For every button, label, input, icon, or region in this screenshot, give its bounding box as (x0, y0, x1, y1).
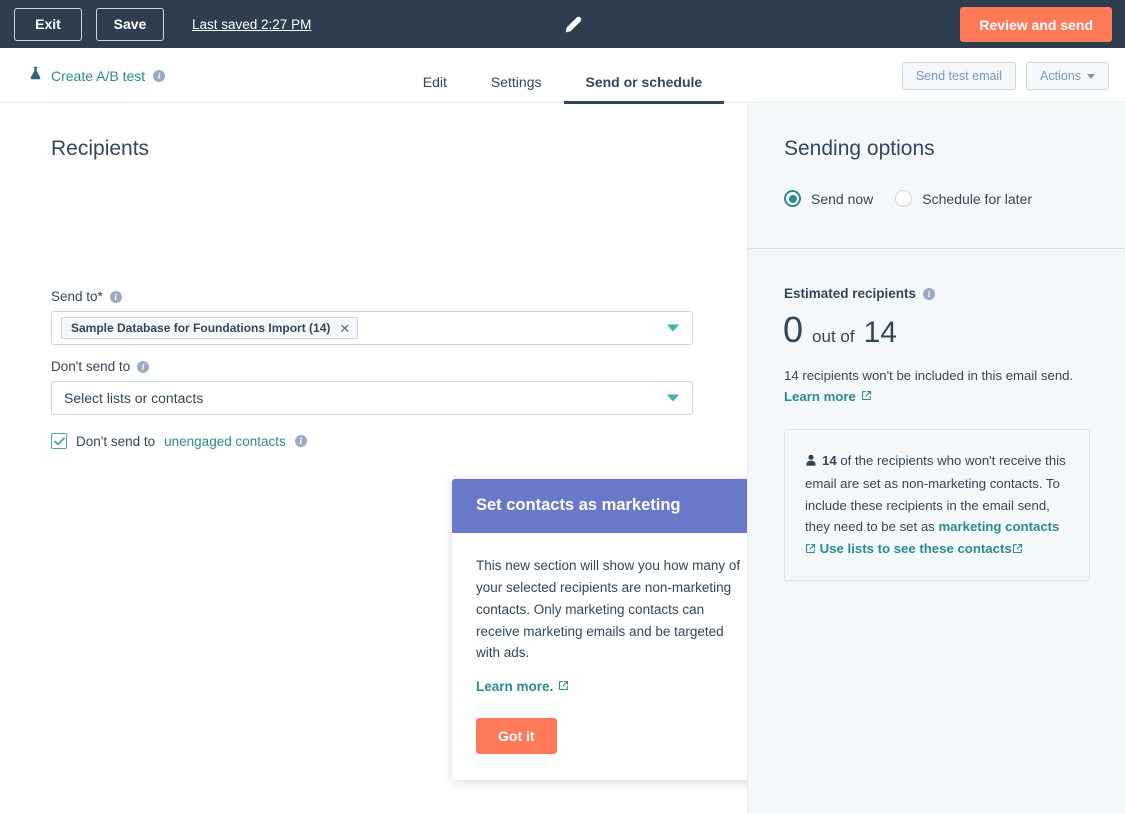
close-icon[interactable]: ✕ (339, 322, 350, 335)
radio-dot (789, 195, 797, 203)
popover-learn-more-label: Learn more. (476, 679, 553, 694)
recipient-count-total: 14 (864, 316, 897, 350)
radio-schedule-label: Schedule for later (922, 191, 1032, 207)
popover-body-text: This new section will show you how many … (476, 555, 746, 664)
non-marketing-card-text: 14 of the recipients who won't receive t… (805, 450, 1069, 560)
send-to-label-text: Send to* (51, 289, 103, 304)
estimated-recipients-label: Estimated recipients i (784, 286, 935, 301)
got-it-button[interactable]: Got it (476, 718, 557, 754)
radio-send-now-indicator (784, 190, 801, 207)
unengaged-contacts-checkbox-row[interactable]: Don't send to unengaged contacts i (51, 433, 307, 449)
info-icon[interactable]: i (110, 291, 122, 303)
pencil-icon[interactable] (563, 14, 583, 34)
caret-down-icon[interactable] (667, 395, 679, 402)
radio-schedule-indicator (895, 190, 912, 207)
chevron-down-icon (1087, 74, 1095, 79)
navbar-actions: Send test email Actions (902, 62, 1109, 90)
info-icon[interactable]: i (295, 435, 307, 447)
dont-send-to-input[interactable]: Select lists or contacts (51, 381, 693, 415)
save-button[interactable]: Save (96, 8, 164, 41)
popover-title: Set contacts as marketing (452, 479, 770, 533)
email-send-or-schedule-page: Exit Save Last saved 2:27 PM Review and … (0, 0, 1125, 814)
checkmark-icon (54, 437, 65, 446)
estimated-recipients-count: 0 out of 14 (783, 309, 897, 351)
actions-button[interactable]: Actions (1026, 62, 1109, 90)
unengaged-checkbox-text: Don't send to (76, 434, 155, 449)
marketing-contacts-popover: Set contacts as marketing This new secti… (452, 479, 770, 780)
person-icon (805, 452, 817, 473)
external-link-icon (558, 679, 569, 694)
use-lists-link[interactable]: Use lists to see these contacts (820, 541, 1012, 556)
non-marketing-contacts-card: 14 of the recipients who won't receive t… (784, 429, 1090, 581)
estimated-recipients-note: 14 recipients won't be included in this … (784, 368, 1073, 383)
estimated-learn-more-label: Learn more (784, 389, 856, 404)
send-to-label: Send to* i (51, 289, 122, 304)
top-toolbar: Exit Save Last saved 2:27 PM Review and … (0, 0, 1125, 48)
panel-divider (748, 248, 1125, 249)
non-marketing-count: 14 (822, 453, 837, 468)
dont-send-to-label-text: Don't send to (51, 359, 130, 374)
info-icon[interactable]: i (923, 288, 935, 300)
radio-send-now-label: Send now (811, 191, 873, 207)
tab-send-or-schedule[interactable]: Send or schedule (564, 74, 725, 103)
recipients-panel: Recipients Send to* i Sample Database fo… (0, 104, 747, 814)
radio-schedule-for-later[interactable]: Schedule for later (895, 190, 1032, 207)
dont-send-to-placeholder: Select lists or contacts (64, 390, 203, 406)
caret-down-icon[interactable] (667, 325, 679, 332)
send-to-input[interactable]: Sample Database for Foundations Import (… (51, 311, 693, 345)
page-title: Recipients (51, 137, 149, 161)
sending-options-radio-group: Send now Schedule for later (784, 190, 1032, 207)
external-link-icon (861, 389, 872, 404)
estimated-recipients-label-text: Estimated recipients (784, 286, 916, 301)
external-link-icon (805, 539, 816, 560)
dont-send-to-label: Don't send to i (51, 359, 149, 374)
send-test-email-label: Send test email (916, 69, 1002, 83)
last-saved-link[interactable]: Last saved 2:27 PM (192, 17, 311, 32)
tab-settings[interactable]: Settings (469, 74, 564, 103)
popover-learn-more-link[interactable]: Learn more. (476, 679, 569, 694)
unengaged-contacts-checkbox[interactable] (51, 433, 67, 449)
info-icon[interactable]: i (137, 361, 149, 373)
unengaged-contacts-link[interactable]: unengaged contacts (164, 434, 286, 449)
editor-navbar: Create A/B test i Edit Settings Send or … (0, 48, 1125, 103)
sending-options-title: Sending options (784, 137, 935, 161)
radio-send-now[interactable]: Send now (784, 190, 873, 207)
recipient-list-chip-label: Sample Database for Foundations Import (… (71, 321, 330, 335)
review-and-send-button[interactable]: Review and send (960, 7, 1112, 42)
actions-label: Actions (1040, 69, 1081, 83)
recipient-count-value: 0 (783, 309, 803, 351)
recipient-count-outof: out of (812, 327, 855, 347)
marketing-contacts-link[interactable]: marketing contacts (938, 519, 1059, 534)
recipient-list-chip: Sample Database for Foundations Import (… (61, 317, 358, 339)
send-test-email-button[interactable]: Send test email (902, 62, 1016, 90)
estimated-recipients-learn-more-link[interactable]: Learn more (784, 389, 872, 404)
external-link-icon (1012, 539, 1023, 560)
tab-edit[interactable]: Edit (401, 74, 469, 103)
popover-body: This new section will show you how many … (452, 533, 770, 780)
sending-options-panel: Sending options Send now Schedule for la… (747, 104, 1125, 814)
exit-button[interactable]: Exit (14, 8, 82, 41)
